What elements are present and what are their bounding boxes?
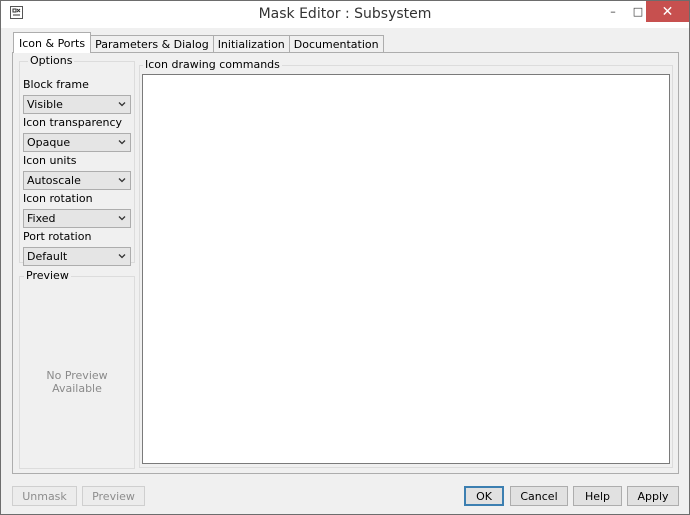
block-frame-value: Visible bbox=[27, 98, 63, 111]
help-button[interactable]: Help bbox=[573, 486, 622, 506]
block-frame-label: Block frame bbox=[23, 78, 89, 91]
maximize-icon: □ bbox=[632, 5, 644, 18]
ok-button[interactable]: OK bbox=[464, 486, 504, 506]
icon-rotation-label: Icon rotation bbox=[23, 192, 93, 205]
icon-units-select[interactable]: Autoscale bbox=[23, 171, 131, 190]
preview-group: Preview No Preview Available bbox=[19, 269, 135, 469]
unmask-button[interactable]: Unmask bbox=[12, 486, 77, 506]
minimize-icon: – bbox=[610, 5, 616, 18]
icon-transparency-label: Icon transparency bbox=[23, 116, 123, 129]
preview-button[interactable]: Preview bbox=[82, 486, 145, 506]
drawing-commands-title: Icon drawing commands bbox=[143, 58, 282, 71]
tab-documentation[interactable]: Documentation bbox=[288, 35, 384, 53]
icon-ports-panel: Options Block frame Visible Icon transpa… bbox=[12, 52, 679, 474]
tab-bar: Icon & Ports Parameters & Dialog Initial… bbox=[13, 32, 384, 53]
preview-group-title: Preview bbox=[24, 269, 71, 282]
tab-icon-ports[interactable]: Icon & Ports bbox=[13, 32, 92, 53]
icon-transparency-select[interactable]: Opaque bbox=[23, 133, 131, 152]
close-icon: ✕ bbox=[661, 3, 674, 20]
chevron-down-icon bbox=[118, 254, 126, 259]
port-rotation-value: Default bbox=[27, 250, 68, 263]
port-rotation-label: Port rotation bbox=[23, 230, 92, 243]
options-group-title: Options bbox=[28, 54, 75, 67]
tab-initialization[interactable]: Initialization bbox=[212, 35, 290, 53]
close-button[interactable]: ✕ bbox=[646, 1, 689, 22]
window-title: Mask Editor : Subsystem bbox=[258, 6, 432, 22]
block-frame-select[interactable]: Visible bbox=[23, 95, 131, 114]
chevron-down-icon bbox=[118, 178, 126, 183]
options-group: Options Block frame Visible Icon transpa… bbox=[19, 54, 135, 266]
chevron-down-icon bbox=[118, 102, 126, 107]
icon-rotation-value: Fixed bbox=[27, 212, 56, 225]
icon-units-label: Icon units bbox=[23, 154, 77, 167]
chevron-down-icon bbox=[118, 216, 126, 221]
preview-message: No Preview Available bbox=[46, 369, 108, 395]
chevron-down-icon bbox=[118, 140, 126, 145]
icon-drawing-commands-editor[interactable] bbox=[142, 74, 670, 464]
cancel-button[interactable]: Cancel bbox=[510, 486, 568, 506]
icon-transparency-value: Opaque bbox=[27, 136, 71, 149]
tab-parameters-dialog[interactable]: Parameters & Dialog bbox=[90, 35, 214, 53]
title-bar[interactable]: Mask Editor : Subsystem – □ ✕ bbox=[1, 1, 689, 28]
apply-button[interactable]: Apply bbox=[627, 486, 679, 506]
icon-units-value: Autoscale bbox=[27, 174, 81, 187]
icon-rotation-select[interactable]: Fixed bbox=[23, 209, 131, 228]
mask-editor-window: Mask Editor : Subsystem – □ ✕ Icon & Por… bbox=[0, 0, 690, 515]
port-rotation-select[interactable]: Default bbox=[23, 247, 131, 266]
minimize-button[interactable]: – bbox=[601, 1, 625, 22]
